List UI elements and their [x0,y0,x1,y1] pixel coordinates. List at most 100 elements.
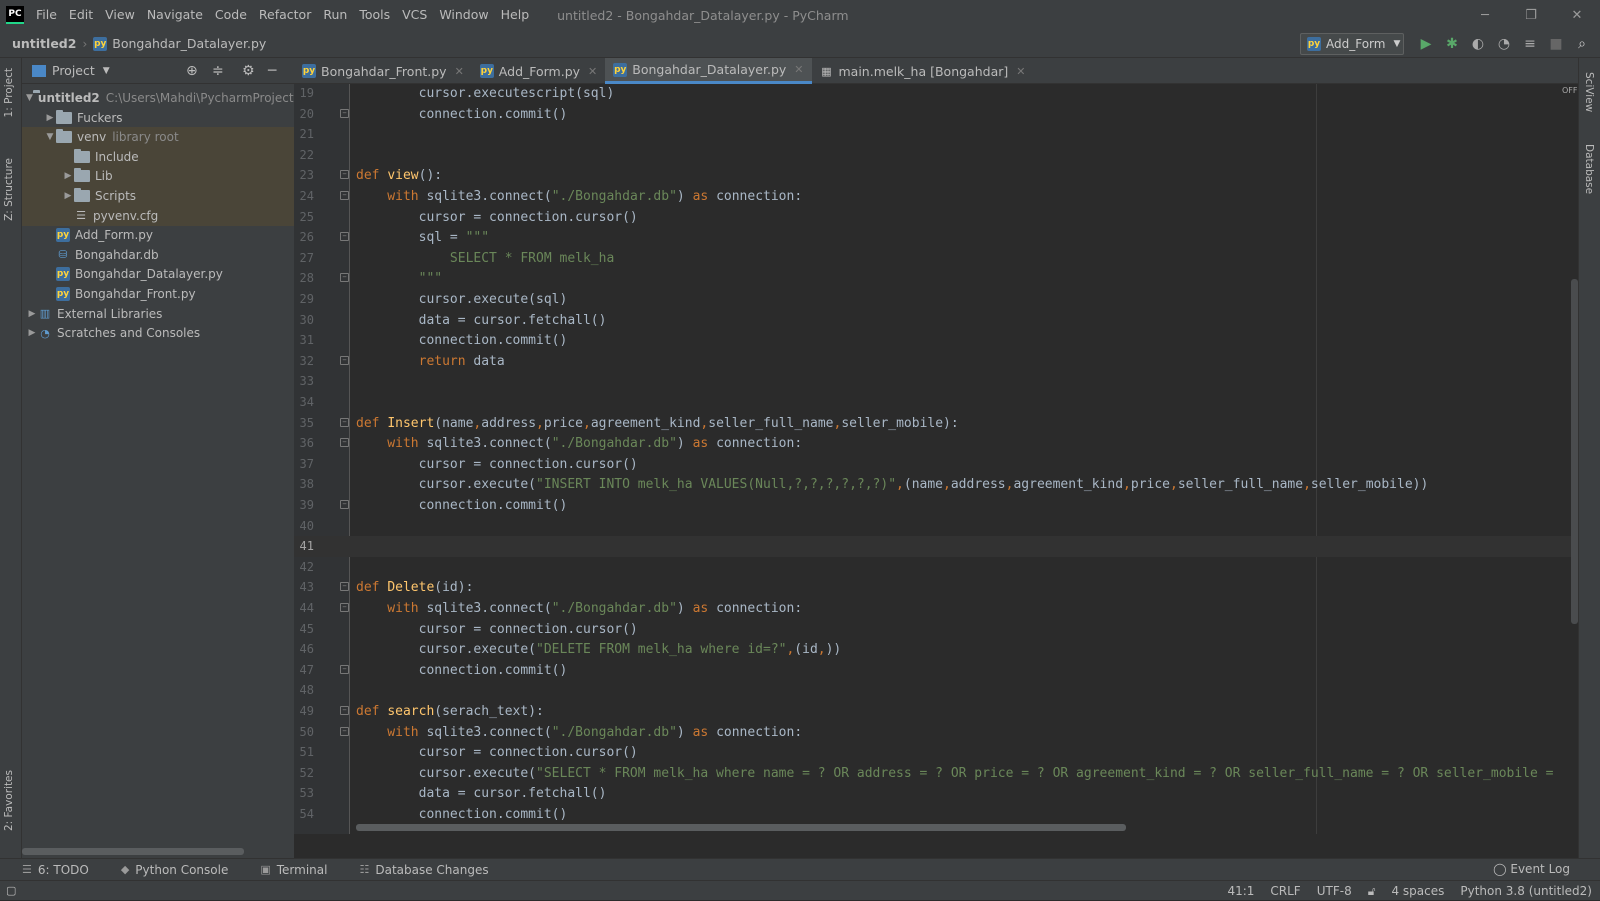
database-tool-tab[interactable]: Database [1583,144,1595,194]
code-line[interactable]: 37 cursor = connection.cursor() [294,454,1578,475]
code-line[interactable]: 53 data = cursor.fetchall() [294,783,1578,804]
sciview-tool-tab[interactable]: SciView [1583,72,1595,112]
tree-item[interactable]: ☰ pyvenv.cfg [22,205,294,226]
tree-item[interactable]: py Add_Form.py [22,225,294,245]
expand-arrow-down-icon[interactable]: ▼ [26,93,33,103]
tree-item[interactable]: ▶ Scripts [22,186,294,206]
tree-item[interactable]: ▶ ▥ External Libraries [22,304,294,324]
event-log-button[interactable]: ◯ Event Log [1493,862,1570,876]
code-line[interactable]: 42 [294,557,1578,578]
code-line[interactable]: 51 cursor = connection.cursor() [294,742,1578,763]
horizontal-scrollbar[interactable] [22,848,244,855]
menu-help[interactable]: Help [495,0,536,30]
lock-icon[interactable]: 🔓︎ [1368,884,1376,899]
structure-tool-tab[interactable]: Z: Structure [3,158,15,221]
tool-window-toggle-icon[interactable]: ▢ [6,884,16,897]
fold-marker-icon[interactable]: − [340,706,349,715]
expand-arrow-right-icon[interactable]: ▶ [44,113,56,123]
fold-marker-icon[interactable]: − [340,108,349,118]
caret-position[interactable]: 41:1 [1227,884,1254,898]
collapse-all-icon[interactable]: ≑ [212,63,224,79]
profile-icon[interactable]: ◔ [1496,36,1512,52]
tree-item[interactable]: ⛁ Bongahdar.db [22,245,294,265]
code-line[interactable]: 28 − """ [294,268,1578,289]
breadcrumb-root[interactable]: untitled2 [12,36,76,51]
tree-item[interactable]: py Bongahdar_Front.py [22,284,294,304]
indent-setting[interactable]: 4 spaces [1391,884,1444,898]
code-line[interactable]: 23 − def view(): [294,165,1578,186]
code-line[interactable]: 29 cursor.execute(sql) [294,289,1578,310]
code-line[interactable]: 45 cursor = connection.cursor() [294,619,1578,640]
tree-item[interactable]: py Bongahdar_Datalayer.py [22,264,294,284]
code-line[interactable]: 38 cursor.execute("INSERT INTO melk_ha V… [294,474,1578,495]
search-icon[interactable]: ⌕ [1574,36,1590,52]
project-view-dropdown[interactable]: Project ▼ [32,63,110,78]
minimize-icon[interactable]: ─ [1462,0,1508,30]
close-tab-icon[interactable]: ✕ [455,65,464,78]
tree-item[interactable]: ▼ venv library root [22,127,294,148]
coverage-icon[interactable]: ◐ [1470,36,1486,52]
code-line[interactable]: 34 [294,392,1578,413]
editor-tab[interactable]: py Bongahdar_Front.py ✕ [294,58,472,84]
code-line[interactable]: 52 cursor.execute("SELECT * FROM melk_ha… [294,763,1578,784]
project-tool-tab[interactable]: 1: Project [3,68,15,117]
code-line[interactable]: 54 connection.commit() [294,804,1578,825]
code-editor[interactable]: 19 cursor.executescript(sql) 20 − connecti… [294,84,1578,834]
code-line[interactable]: 20 − connection.commit() [294,104,1578,125]
code-line[interactable]: 30 data = cursor.fetchall() [294,310,1578,331]
expand-arrow-right-icon[interactable]: ▶ [62,191,74,201]
tree-item[interactable]: ▶ Lib [22,166,294,187]
stop-icon[interactable]: ■ [1548,36,1564,52]
locate-icon[interactable]: ⊕ [186,63,198,79]
close-tab-icon[interactable]: ✕ [588,65,597,78]
code-line[interactable]: 25 cursor = connection.cursor() [294,207,1578,228]
fold-marker-icon[interactable]: − [340,726,349,736]
fold-marker-icon[interactable]: − [340,355,349,365]
run-configuration-dropdown[interactable]: py Add_Form ▼ [1300,33,1404,55]
run-icon[interactable]: ▶ [1418,36,1434,52]
code-line[interactable]: 49 − def search(serach_text): [294,701,1578,722]
code-line[interactable]: 47 − connection.commit() [294,660,1578,681]
menu-tools[interactable]: Tools [353,0,396,30]
expand-arrow-right-icon[interactable]: ▶ [26,309,38,319]
line-separator[interactable]: CRLF [1270,884,1300,898]
favorites-tool-tab[interactable]: 2: Favorites [3,770,15,831]
menu-run[interactable]: Run [317,0,353,30]
tree-item[interactable]: ▼ untitled2 C:\Users\Mahdi\PycharmProjects [22,88,300,108]
code-line[interactable]: 24 − with sqlite3.connect("./Bongahdar.db… [294,186,1578,207]
gear-icon[interactable]: ⚙ [242,63,255,79]
close-tab-icon[interactable]: ✕ [1016,65,1025,78]
hide-icon[interactable]: ─ [268,63,276,79]
code-line[interactable]: 46 cursor.execute("DELETE FROM melk_ha w… [294,639,1578,660]
breadcrumb-file[interactable]: py Bongahdar_Datalayer.py [93,36,266,51]
concurrency-icon[interactable]: ≡ [1522,36,1538,52]
code-line[interactable]: 33 [294,371,1578,392]
horizontal-scrollbar[interactable] [356,824,1126,831]
expand-arrow-right-icon[interactable]: ▶ [62,171,74,181]
bottom-tool-6-todo[interactable]: ☰ 6: TODO [12,863,99,877]
code-line[interactable]: 32 − return data [294,351,1578,372]
menu-file[interactable]: File [30,0,63,30]
menu-refactor[interactable]: Refactor [253,0,317,30]
editor-tab[interactable]: ▦ main.melk_ha [Bongahdar] ✕ [812,58,1034,84]
code-line[interactable]: 39 − connection.commit() [294,495,1578,516]
bottom-tool-terminal[interactable]: ▣ Terminal [250,863,337,877]
code-line[interactable]: 41 [294,536,1578,558]
tree-item[interactable]: ▶ Fuckers [22,108,294,128]
code-line[interactable]: 36 − with sqlite3.connect("./Bongahdar.db… [294,433,1578,454]
code-line[interactable]: 19 cursor.executescript(sql) [294,84,1578,104]
menu-edit[interactable]: Edit [63,0,99,30]
fold-marker-icon[interactable]: − [340,603,349,612]
fold-marker-icon[interactable]: − [340,664,349,674]
fold-marker-icon[interactable]: − [340,273,349,283]
code-line[interactable]: 27 SELECT * FROM melk_ha [294,248,1578,269]
expand-arrow-down-icon[interactable]: ▼ [44,132,56,142]
code-line[interactable]: 21 [294,124,1578,145]
code-line[interactable]: 48 [294,680,1578,701]
fold-marker-icon[interactable]: − [340,500,349,509]
vertical-scrollbar[interactable] [1571,279,1578,624]
fold-marker-icon[interactable]: − [340,438,349,448]
code-line[interactable]: 31 connection.commit() [294,330,1578,351]
inspection-off-badge[interactable]: OFF [1562,86,1578,95]
menu-navigate[interactable]: Navigate [141,0,209,30]
